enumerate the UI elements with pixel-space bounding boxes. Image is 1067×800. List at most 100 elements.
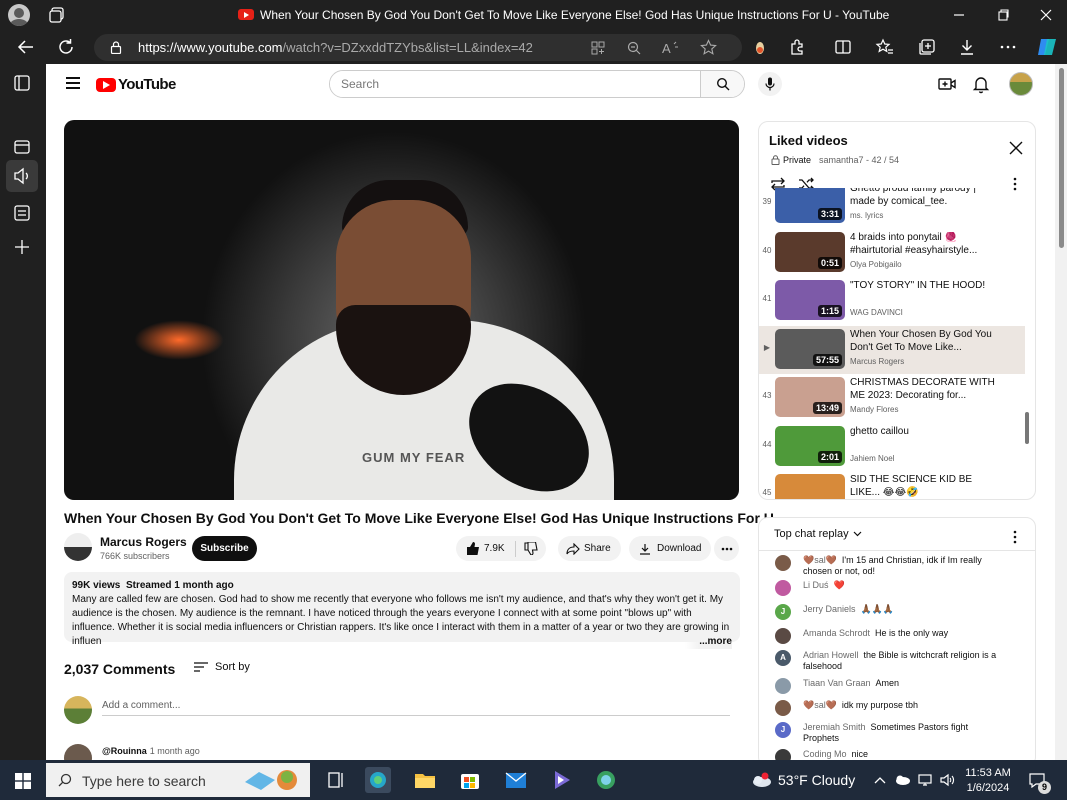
chat-author-avatar[interactable]: [775, 700, 791, 716]
favorites-icon[interactable]: [875, 37, 895, 57]
read-aloud-icon[interactable]: A: [662, 40, 680, 56]
edge-taskbar-icon[interactable]: [363, 766, 393, 794]
more-actions-button[interactable]: [714, 536, 739, 561]
chat-author-avatar[interactable]: [775, 749, 791, 760]
playlist-item[interactable]: 44 2:01 ghetto caillou Jahiem Noel: [759, 423, 1025, 471]
channel-avatar[interactable]: [64, 533, 92, 561]
chat-author-avatar[interactable]: J: [775, 722, 791, 738]
show-hidden-icons-icon[interactable]: [874, 776, 886, 784]
task-view-icon[interactable]: [321, 766, 351, 794]
playlist-item-thumbnail[interactable]: 3:31: [775, 188, 845, 223]
network-icon[interactable]: [917, 773, 933, 787]
copilot-icon[interactable]: [1035, 35, 1059, 59]
chat-author-avatar[interactable]: [775, 678, 791, 694]
playlist-item[interactable]: ▶ 57:55 When Your Chosen By God You Don't …: [759, 326, 1025, 374]
chat-author-name[interactable]: Amanda Schrodt: [803, 628, 870, 638]
playlist-scrollbar[interactable]: [1025, 412, 1029, 444]
voice-search-button[interactable]: [758, 72, 782, 96]
playlist-item[interactable]: 40 0:51 4 braids into ponytail 🧶 #hairtuto…: [759, 229, 1025, 277]
extension-cookie-icon[interactable]: [750, 37, 770, 57]
share-button[interactable]: Share: [558, 536, 621, 561]
windows-start-icon[interactable]: [15, 773, 31, 789]
chat-author-avatar[interactable]: [775, 555, 791, 571]
chat-author-avatar[interactable]: [775, 628, 791, 644]
tab-preview-icon[interactable]: [11, 136, 33, 158]
chat-author-name[interactable]: Coding Mo: [803, 749, 847, 759]
close-playlist-icon[interactable]: [1009, 141, 1023, 155]
playlist-item-title[interactable]: 4 braids into ponytail 🧶 #hairtutorial #…: [850, 232, 1000, 257]
volume-icon[interactable]: [939, 773, 955, 787]
playlist-item-thumbnail[interactable]: 0:51: [775, 232, 845, 272]
playlist-item-thumbnail[interactable]: 57:55: [775, 329, 845, 369]
search-button[interactable]: [700, 71, 744, 97]
chat-mode-dropdown[interactable]: Top chat replay: [774, 528, 862, 540]
chat-author-avatar[interactable]: [775, 580, 791, 596]
playlist-item[interactable]: 45 SID THE SCIENCE KID BE LIKE... 😂😂🤣: [759, 471, 1025, 499]
playlist-item-title[interactable]: CHRISTMAS DECORATE WITH ME 2023: Decorat…: [850, 377, 1000, 402]
tab-list-icon[interactable]: [11, 202, 33, 224]
channel-name[interactable]: Marcus Rogers: [100, 535, 187, 549]
chat-author-name[interactable]: Tiaan Van Graan: [803, 678, 871, 688]
add-sidebar-app-icon[interactable]: [11, 236, 33, 258]
chat-author-name[interactable]: Jeremiah Smith: [803, 722, 866, 732]
search-input[interactable]: [330, 71, 700, 97]
playlist-item-thumbnail[interactable]: 13:49: [775, 377, 845, 417]
sort-comments-button[interactable]: Sort by: [194, 661, 250, 673]
playlist-item-title[interactable]: SID THE SCIENCE KID BE LIKE... 😂😂🤣: [850, 474, 1000, 499]
playlist-item-title[interactable]: ghetto caillou: [850, 426, 1000, 439]
subscribe-button[interactable]: Subscribe: [192, 536, 257, 561]
collections-icon[interactable]: [917, 37, 937, 57]
chat-author-name[interactable]: Li Duś: [803, 580, 829, 590]
playlist-item-thumbnail[interactable]: 1:15: [775, 280, 845, 320]
notifications-bell-icon[interactable]: [971, 74, 991, 94]
playlist-item[interactable]: 41 1:15 "TOY STORY" IN THE HOOD! WAG DAVINC…: [759, 277, 1025, 325]
chat-more-icon[interactable]: [1013, 530, 1017, 544]
download-button[interactable]: Download: [629, 536, 711, 561]
vertical-tabs-icon[interactable]: [11, 72, 33, 94]
like-count[interactable]: 7.9K: [484, 543, 505, 554]
extensions-icon[interactable]: [788, 37, 808, 57]
refresh-icon[interactable]: [56, 37, 76, 57]
restore-icon[interactable]: [994, 6, 1012, 24]
video-player[interactable]: GUM MY FEAR: [64, 120, 739, 500]
chat-author-avatar[interactable]: J: [775, 604, 791, 620]
url-text[interactable]: https://www.youtube.com/watch?v=DZxxddTZ…: [138, 40, 533, 55]
comment-author-avatar[interactable]: [64, 744, 92, 760]
thumbs-down-icon[interactable]: [524, 542, 538, 555]
app-available-icon[interactable]: [590, 40, 606, 56]
show-more-link[interactable]: ...more: [685, 635, 732, 649]
add-comment-input[interactable]: [102, 696, 730, 716]
playlist-title[interactable]: Liked videos: [769, 133, 848, 148]
zoom-icon[interactable]: [626, 40, 642, 56]
playlist-item-title[interactable]: "TOY STORY" IN THE HOOD!: [850, 280, 1000, 293]
close-window-icon[interactable]: [1037, 6, 1055, 24]
chat-author-name[interactable]: Jerry Daniels: [803, 604, 856, 614]
favorite-star-icon[interactable]: [700, 39, 717, 56]
minimize-icon[interactable]: [950, 6, 968, 24]
tab-actions-icon[interactable]: [48, 6, 66, 24]
profile-avatar-icon[interactable]: [8, 4, 30, 26]
page-scrollbar[interactable]: [1055, 64, 1067, 760]
microsoft-store-icon[interactable]: [455, 766, 485, 794]
clock[interactable]: 11:53 AM 1/6/2024: [963, 766, 1013, 796]
settings-more-icon[interactable]: [998, 37, 1018, 57]
video-description[interactable]: 99K views Streamed 1 month ago Many are …: [64, 572, 740, 649]
taskbar-search-box[interactable]: Type here to search: [46, 763, 310, 797]
chat-author-name[interactable]: 🤎sal🤎: [803, 700, 837, 710]
edge-dev-icon[interactable]: [591, 766, 621, 794]
menu-icon[interactable]: [66, 77, 80, 89]
media-player-icon[interactable]: [546, 766, 576, 794]
playlist-item-thumbnail[interactable]: [775, 474, 845, 499]
page-scroll-thumb[interactable]: [1059, 68, 1064, 248]
file-explorer-icon[interactable]: [410, 766, 440, 794]
playlist-item[interactable]: 43 13:49 CHRISTMAS DECORATE WITH ME 2023: …: [759, 374, 1025, 422]
playlist-item-title[interactable]: When Your Chosen By God You Don't Get To…: [850, 329, 1000, 354]
onedrive-icon[interactable]: [894, 773, 910, 785]
mail-icon[interactable]: [501, 766, 531, 794]
playlist-item-title[interactable]: Ghetto proud family parody | made by com…: [850, 188, 1000, 208]
lock-icon[interactable]: [110, 41, 122, 54]
address-bar[interactable]: https://www.youtube.com/watch?v=DZxxddTZ…: [94, 34, 742, 61]
playlist-item[interactable]: 39 3:31 Ghetto proud family parody | made …: [759, 188, 1025, 228]
chat-author-avatar[interactable]: A: [775, 650, 791, 666]
youtube-logo[interactable]: YouTube: [96, 76, 176, 93]
